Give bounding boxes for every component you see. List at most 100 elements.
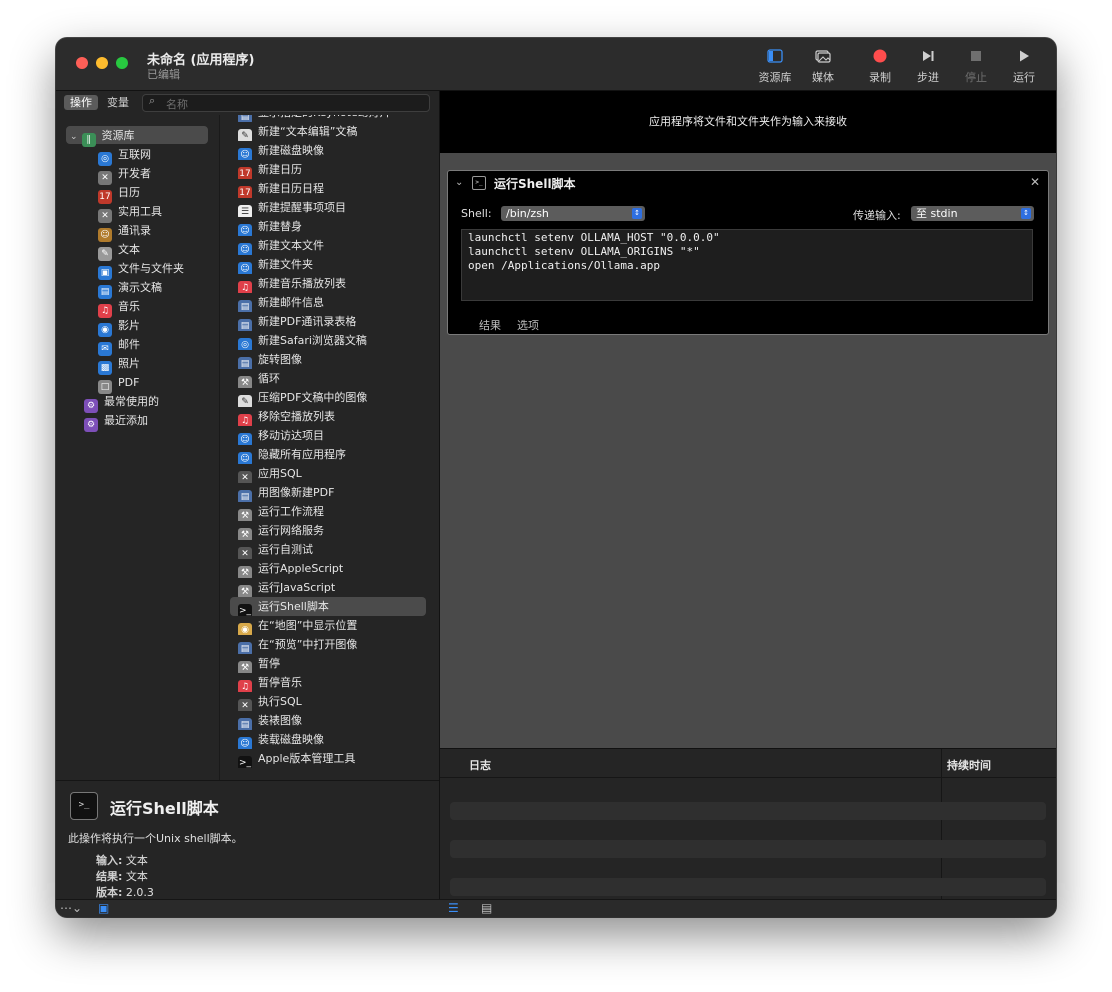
- action-item[interactable]: ⚒ 运行工作流程: [230, 502, 426, 521]
- action-item[interactable]: ☺ 装载磁盘映像: [230, 730, 426, 749]
- action-item-label: 新建文件夹: [258, 258, 313, 271]
- action-item[interactable]: ☺ 新建文件夹: [230, 255, 426, 274]
- options-tab[interactable]: 选项: [517, 317, 539, 333]
- action-item-label: 新建邮件信息: [258, 296, 324, 309]
- library-category[interactable]: ☺ 通讯录: [98, 221, 151, 242]
- action-item[interactable]: ▤ 显示指定的Keynote幻灯片: [230, 115, 426, 122]
- image-icon: ▤: [238, 319, 252, 331]
- smart-group[interactable]: ⚙ 最近添加: [84, 411, 148, 432]
- smart-group[interactable]: ⚙ 最常使用的: [84, 392, 159, 413]
- action-item[interactable]: ⚒ 运行JavaScript: [230, 578, 426, 597]
- action-item[interactable]: ✕ 应用SQL: [230, 464, 426, 483]
- duration-column-header[interactable]: 持续时间: [947, 757, 991, 773]
- step-icon: [905, 49, 951, 69]
- version-label: 版本:: [96, 886, 123, 899]
- library-category[interactable]: ✎ 文本: [98, 240, 140, 261]
- input-value: 文本: [125, 854, 148, 867]
- action-item-label: 新建磁盘映像: [258, 144, 324, 157]
- action-item[interactable]: ⚒ 暂停: [230, 654, 426, 673]
- library-root[interactable]: ⌄ ∥ 资源库: [70, 126, 135, 147]
- action-item[interactable]: ▤ 在“预览”中打开图像: [230, 635, 426, 654]
- action-item[interactable]: ✕ 运行自测试: [230, 540, 426, 559]
- close-window-button[interactable]: [76, 57, 88, 69]
- action-item[interactable]: ☺ 移动访达项目: [230, 426, 426, 445]
- sidebar-icon: [752, 49, 798, 69]
- action-item-label: 移除空播放列表: [258, 410, 335, 423]
- action-item[interactable]: ▤ 新建PDF通讯录表格: [230, 312, 426, 331]
- library-category[interactable]: ♫ 音乐: [98, 297, 140, 318]
- zoom-window-button[interactable]: [116, 57, 128, 69]
- automator-icon: ⚒: [238, 528, 252, 540]
- script-editor[interactable]: launchctl setenv OLLAMA_HOST "0.0.0.0" l…: [461, 229, 1033, 301]
- action-item[interactable]: ♫ 暂停音乐: [230, 673, 426, 692]
- action-item-label: 新建音乐播放列表: [258, 277, 346, 290]
- action-item[interactable]: ☰ 新建提醒事项项目: [230, 198, 426, 217]
- library-category[interactable]: ✉ 邮件: [98, 335, 140, 356]
- library-category[interactable]: ▤ 演示文稿: [98, 278, 162, 299]
- search-field[interactable]: ⌕ 名称: [142, 94, 430, 112]
- action-item[interactable]: ◉ 在“地图”中显示位置: [230, 616, 426, 635]
- library-category[interactable]: ✕ 开发者: [98, 164, 151, 185]
- action-item[interactable]: ☺ 新建磁盘映像: [230, 141, 426, 160]
- close-icon[interactable]: ✕: [1030, 175, 1040, 189]
- list-view-icon[interactable]: ☰: [448, 901, 459, 915]
- action-item[interactable]: ☺ 新建替身: [230, 217, 426, 236]
- log-column-header[interactable]: 日志: [469, 757, 491, 773]
- shell-script-action-card[interactable]: ⌄ >_ 运行Shell脚本 ✕ Shell: /bin/zsh ↕ 传递输入:…: [447, 170, 1049, 335]
- library-category[interactable]: ◎ 互联网: [98, 145, 151, 166]
- action-item[interactable]: ☺ 新建文本文件: [230, 236, 426, 255]
- pass-input-select[interactable]: 至 stdin ↕: [911, 206, 1034, 221]
- library-category[interactable]: ✕ 实用工具: [98, 202, 162, 223]
- action-item[interactable]: ▤ 旋转图像: [230, 350, 426, 369]
- library-category[interactable]: ◉ 影片: [98, 316, 140, 337]
- library-tree: ⌄ ∥ 资源库 ◎ 互联网 ✕ 开发者 17 日历 ✕ 实用工具 ☺ 通讯录 ✎ 文本 ▣ 文件与文件夹 ▤ 演示…: [56, 115, 220, 780]
- description-toggle-icon[interactable]: ▣: [98, 901, 109, 915]
- maps-icon: ◉: [238, 623, 252, 635]
- action-item[interactable]: ✎ 新建“文本编辑”文稿: [230, 122, 426, 141]
- run-toolbar-button[interactable]: 运行: [1001, 49, 1047, 85]
- actions-tab[interactable]: 操作: [64, 95, 98, 110]
- library-panel: 操作 变量 ⌕ 名称 ⌄ ∥ 资源库 ◎ 互联网 ✕ 开发者 17 日历 ✕ 实用工具 ☺ 通讯录 ✎ 文…: [56, 91, 440, 900]
- stop-toolbar-button[interactable]: 停止: [953, 49, 999, 85]
- media-label: 媒体: [812, 71, 834, 84]
- action-item[interactable]: ♫ 移除空播放列表: [230, 407, 426, 426]
- action-item[interactable]: ✕ 执行SQL: [230, 692, 426, 711]
- library-category[interactable]: 17 日历: [98, 183, 140, 204]
- action-item[interactable]: ⚒ 循环: [230, 369, 426, 388]
- action-item[interactable]: ▤ 装裱图像: [230, 711, 426, 730]
- minimize-window-button[interactable]: [96, 57, 108, 69]
- action-item[interactable]: ▤ 新建邮件信息: [230, 293, 426, 312]
- collapse-chevron-icon[interactable]: ⌄: [455, 177, 463, 188]
- library-toolbar-button[interactable]: 资源库: [752, 49, 798, 85]
- action-item[interactable]: ♫ 新建音乐播放列表: [230, 274, 426, 293]
- image-icon: ▤: [238, 490, 252, 502]
- action-item[interactable]: ☺ 隐藏所有应用程序: [230, 445, 426, 464]
- record-toolbar-button[interactable]: 录制: [857, 49, 903, 85]
- library-category[interactable]: ▩ 照片: [98, 354, 140, 375]
- music-icon: ♫: [238, 680, 252, 692]
- stop-icon: [953, 49, 999, 69]
- calendar-icon: 17: [238, 167, 252, 179]
- library-category[interactable]: □ PDF: [98, 373, 139, 394]
- action-item[interactable]: 17 新建日历: [230, 160, 426, 179]
- shell-select[interactable]: /bin/zsh ↕: [501, 206, 645, 221]
- action-item[interactable]: ◎ 新建Safari浏览器文稿: [230, 331, 426, 350]
- version-meta: 版本: 2.0.3: [96, 884, 154, 900]
- action-item[interactable]: >_ 运行Shell脚本: [230, 597, 426, 616]
- split-view-icon[interactable]: ▤: [481, 901, 492, 915]
- action-item[interactable]: >_ Apple版本管理工具: [230, 749, 426, 768]
- action-item-label: 在“预览”中打开图像: [258, 638, 358, 651]
- variables-tab[interactable]: 变量: [101, 95, 135, 110]
- action-item[interactable]: ⚒ 运行网络服务: [230, 521, 426, 540]
- action-item[interactable]: ▤ 用图像新建PDF: [230, 483, 426, 502]
- action-item[interactable]: 17 新建日历日程: [230, 179, 426, 198]
- library-category[interactable]: ▣ 文件与文件夹: [98, 259, 184, 280]
- smart-group-label: 最近添加: [104, 414, 148, 427]
- action-item[interactable]: ⚒ 运行AppleScript: [230, 559, 426, 578]
- disclosure-chevron-icon[interactable]: ⌄: [70, 132, 78, 142]
- results-tab[interactable]: 结果: [479, 317, 501, 333]
- media-toolbar-button[interactable]: 媒体: [800, 49, 846, 85]
- action-item[interactable]: ✎ 压缩PDF文稿中的图像: [230, 388, 426, 407]
- more-menu-icon[interactable]: ⋯⌄: [60, 901, 82, 915]
- step-toolbar-button[interactable]: 步进: [905, 49, 951, 85]
